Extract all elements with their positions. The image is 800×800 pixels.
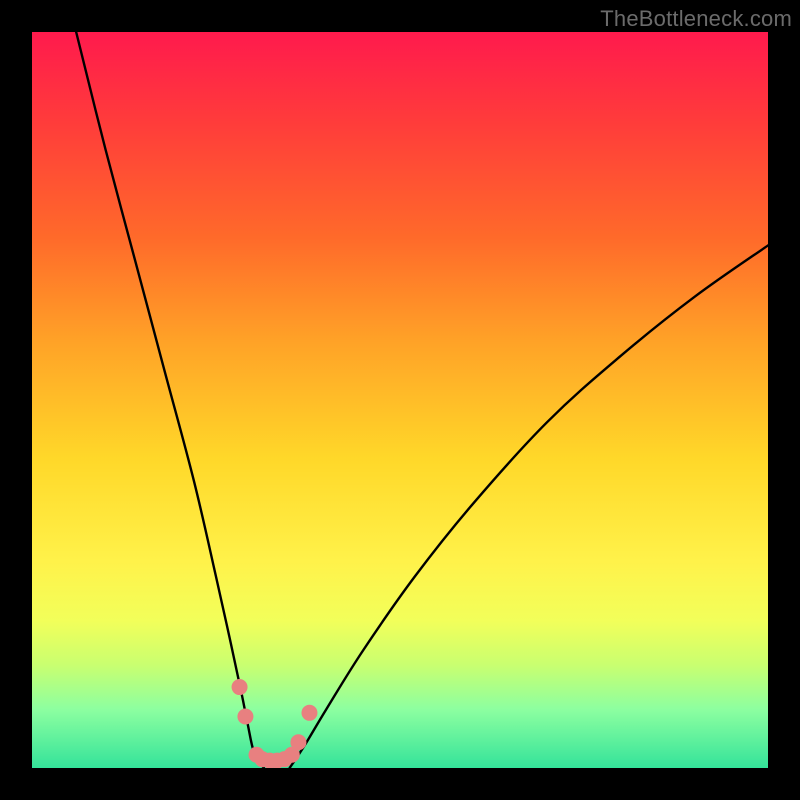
marker-point — [301, 705, 317, 721]
marker-point — [237, 708, 253, 724]
marker-layer — [232, 679, 318, 768]
curve-right-branch — [290, 245, 768, 768]
outer-frame: TheBottleneck.com — [0, 0, 800, 800]
curve-layer — [76, 32, 768, 768]
gradient-plot-area — [32, 32, 768, 768]
chart-svg — [32, 32, 768, 768]
marker-point — [290, 734, 306, 750]
watermark-text: TheBottleneck.com — [600, 6, 792, 32]
marker-point — [232, 679, 248, 695]
curve-left-branch — [76, 32, 264, 768]
